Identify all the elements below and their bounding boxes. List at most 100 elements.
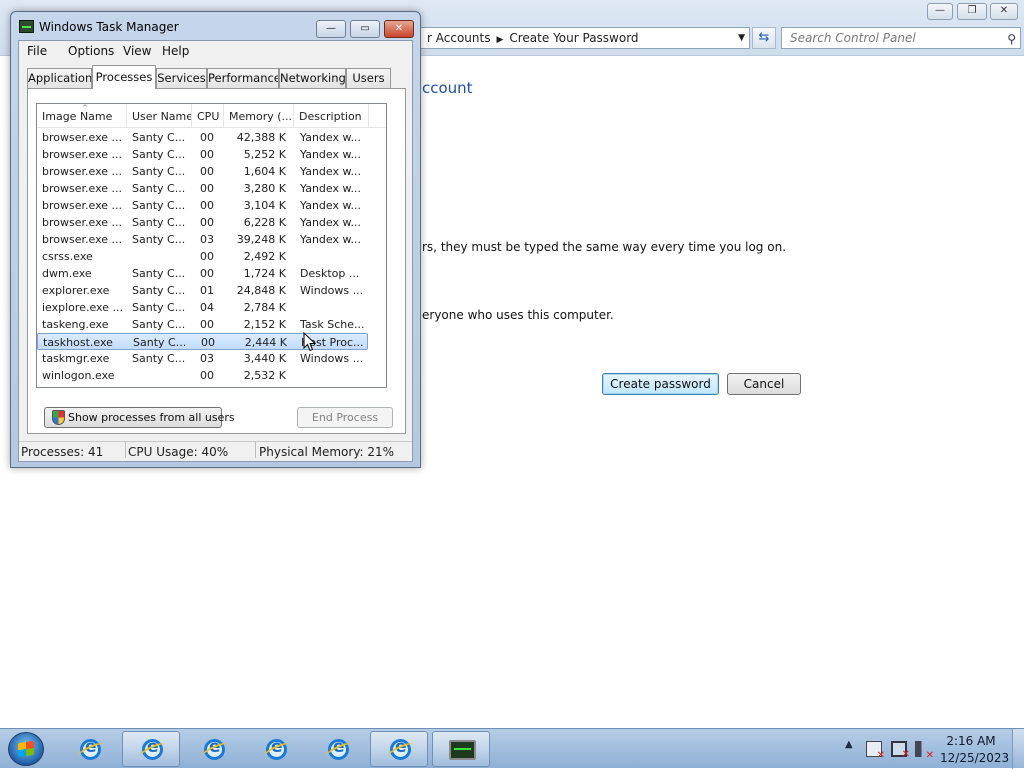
tab-services[interactable]: Services <box>156 68 207 88</box>
menu-bar: File Options View Help <box>19 41 412 61</box>
show-hidden-icons-icon[interactable]: ▲ <box>845 739 853 750</box>
table-row[interactable]: browser.exe ... Santy C... 00 42,388 K Yande… <box>37 129 368 146</box>
process-image-name: iexplore.exe ... <box>42 301 123 314</box>
show-desktop-button[interactable] <box>1012 729 1024 769</box>
clock-date[interactable]: 12/25/2023 <box>940 751 1009 765</box>
uac-shield-icon <box>52 410 65 425</box>
process-image-name: taskmgr.exe <box>42 352 110 365</box>
action-center-icon[interactable] <box>866 741 885 761</box>
start-button[interactable] <box>8 732 44 766</box>
process-user-name: Santy C... <box>133 336 187 349</box>
table-row[interactable]: explorer.exe Santy C... 01 24,848 K Windows … <box>37 282 368 299</box>
volume-icon[interactable] <box>915 741 934 761</box>
tab-applications[interactable]: Applications <box>27 68 92 88</box>
table-row[interactable]: browser.exe ... Santy C... 00 3,104 K Yandex… <box>37 197 368 214</box>
table-row[interactable]: browser.exe ... Santy C... 00 1,604 K Yandex… <box>37 163 368 180</box>
breadcrumb-accounts[interactable]: r Accounts <box>427 31 490 45</box>
process-user-name: Santy C... <box>132 284 186 297</box>
tab-users[interactable]: Users <box>346 68 391 88</box>
close-button[interactable]: ✕ <box>384 20 414 38</box>
table-row[interactable]: csrss.exe 00 2,492 K <box>37 248 368 265</box>
search-input[interactable]: Search Control Panel ⚲ <box>781 27 1021 49</box>
taskbar-ie-2[interactable] <box>122 731 180 767</box>
search-placeholder: Search Control Panel <box>790 31 916 45</box>
table-row[interactable]: taskhost.exe Santy C... 00 2,444 K Host Proc… <box>37 333 368 350</box>
process-memory: 2,152 K <box>243 318 286 331</box>
process-list[interactable]: ^ Image Name User Name CPU Memory (... D… <box>36 103 387 388</box>
taskbar-task-manager[interactable] <box>432 731 490 767</box>
table-row[interactable]: winlogon.exe 00 2,532 K <box>37 367 368 384</box>
process-memory: 2,784 K <box>243 301 286 314</box>
task-manager-window[interactable]: Windows Task Manager — ▭ ✕ File Options … <box>10 11 421 468</box>
tab-networking[interactable]: Networking <box>279 68 346 88</box>
table-row[interactable]: browser.exe ... Santy C... 00 3,280 K Yandex… <box>37 180 368 197</box>
minimize-button[interactable]: — <box>316 20 346 38</box>
taskbar-ie-4[interactable] <box>246 731 304 767</box>
taskbar-ie-1[interactable] <box>60 731 118 767</box>
process-image-name: explorer.exe <box>42 284 110 297</box>
column-cpu[interactable]: CPU <box>192 104 224 128</box>
cancel-button[interactable]: Cancel <box>727 373 801 395</box>
process-user-name: Santy C... <box>132 301 186 314</box>
menu-help[interactable]: Help <box>162 41 189 61</box>
maximize-button[interactable]: ▭ <box>350 20 380 38</box>
process-user-name: Santy C... <box>132 165 186 178</box>
network-icon[interactable] <box>891 741 910 760</box>
process-cpu: 00 <box>200 369 214 382</box>
process-cpu: 00 <box>200 318 214 331</box>
taskbar-ie-3[interactable] <box>184 731 242 767</box>
table-row[interactable]: browser.exe ... Santy C... 00 5,252 K Yandex… <box>37 146 368 163</box>
status-processes: Processes: 41 <box>21 445 104 459</box>
taskbar-ie-5[interactable] <box>308 731 366 767</box>
process-memory: 42,388 K <box>236 131 286 144</box>
tab-processes[interactable]: Processes <box>92 65 156 89</box>
column-memory[interactable]: Memory (... <box>224 104 294 128</box>
create-password-button[interactable]: Create password <box>602 373 719 395</box>
process-description: Yandex w... <box>300 182 361 195</box>
show-all-label: Show processes from all users <box>68 411 235 424</box>
tab-performance[interactable]: Performance <box>207 68 279 88</box>
table-row[interactable]: taskmgr.exe Santy C... 03 3,440 K Windows ..… <box>37 350 368 367</box>
internet-explorer-icon <box>266 737 287 760</box>
column-description[interactable]: Description <box>294 104 369 128</box>
search-icon[interactable]: ⚲ <box>1007 29 1016 49</box>
close-button[interactable]: ✕ <box>990 3 1018 20</box>
breadcrumb-create-password[interactable]: Create Your Password <box>509 31 638 45</box>
process-image-name: taskeng.exe <box>42 318 109 331</box>
process-memory: 3,440 K <box>243 352 286 365</box>
process-cpu: 00 <box>200 199 214 212</box>
window-title-bar[interactable]: Windows Task Manager <box>19 18 179 36</box>
process-cpu: 03 <box>200 233 214 246</box>
table-row[interactable]: browser.exe ... Santy C... 03 39,248 K Yande… <box>37 231 368 248</box>
column-label: Image Name <box>42 110 113 123</box>
internet-explorer-icon <box>328 737 349 760</box>
process-cpu: 01 <box>200 284 214 297</box>
menu-view[interactable]: View <box>123 41 151 61</box>
table-row[interactable]: browser.exe ... Santy C... 00 6,228 K Yandex… <box>37 214 368 231</box>
menu-options[interactable]: Options <box>68 41 114 61</box>
refresh-button[interactable]: ⇆ <box>752 27 776 49</box>
task-manager-icon <box>449 740 476 760</box>
table-row[interactable]: dwm.exe Santy C... 00 1,724 K Desktop ... <box>37 265 368 282</box>
end-process-button[interactable]: End Process <box>297 407 393 428</box>
show-all-processes-button[interactable]: Show processes from all users <box>44 407 235 428</box>
process-user-name: Santy C... <box>132 131 186 144</box>
menu-file[interactable]: File <box>27 41 47 61</box>
taskbar-ie-6[interactable] <box>370 731 428 767</box>
process-cpu: 00 <box>200 131 214 144</box>
column-user-name[interactable]: User Name <box>127 104 192 128</box>
column-image-name[interactable]: ^ Image Name <box>37 104 127 128</box>
page-title: ccount <box>422 79 473 97</box>
process-image-name: taskhost.exe <box>43 336 113 349</box>
process-description: Yandex w... <box>300 216 361 229</box>
chevron-down-icon[interactable]: ▼ <box>738 28 745 48</box>
table-row[interactable]: iexplore.exe ... Santy C... 04 2,784 K <box>37 299 368 316</box>
minimize-button[interactable]: — <box>927 3 953 20</box>
process-user-name: Santy C... <box>132 199 186 212</box>
status-divider <box>125 442 126 458</box>
clock-time[interactable]: 2:16 AM <box>940 734 1002 748</box>
process-cpu: 00 <box>200 182 214 195</box>
maximize-button[interactable]: ❐ <box>957 3 987 20</box>
table-row[interactable]: taskeng.exe Santy C... 00 2,152 K Task Sche.… <box>37 316 368 333</box>
address-bar[interactable]: r Accounts ▶ Create Your Password ▼ <box>416 27 750 49</box>
